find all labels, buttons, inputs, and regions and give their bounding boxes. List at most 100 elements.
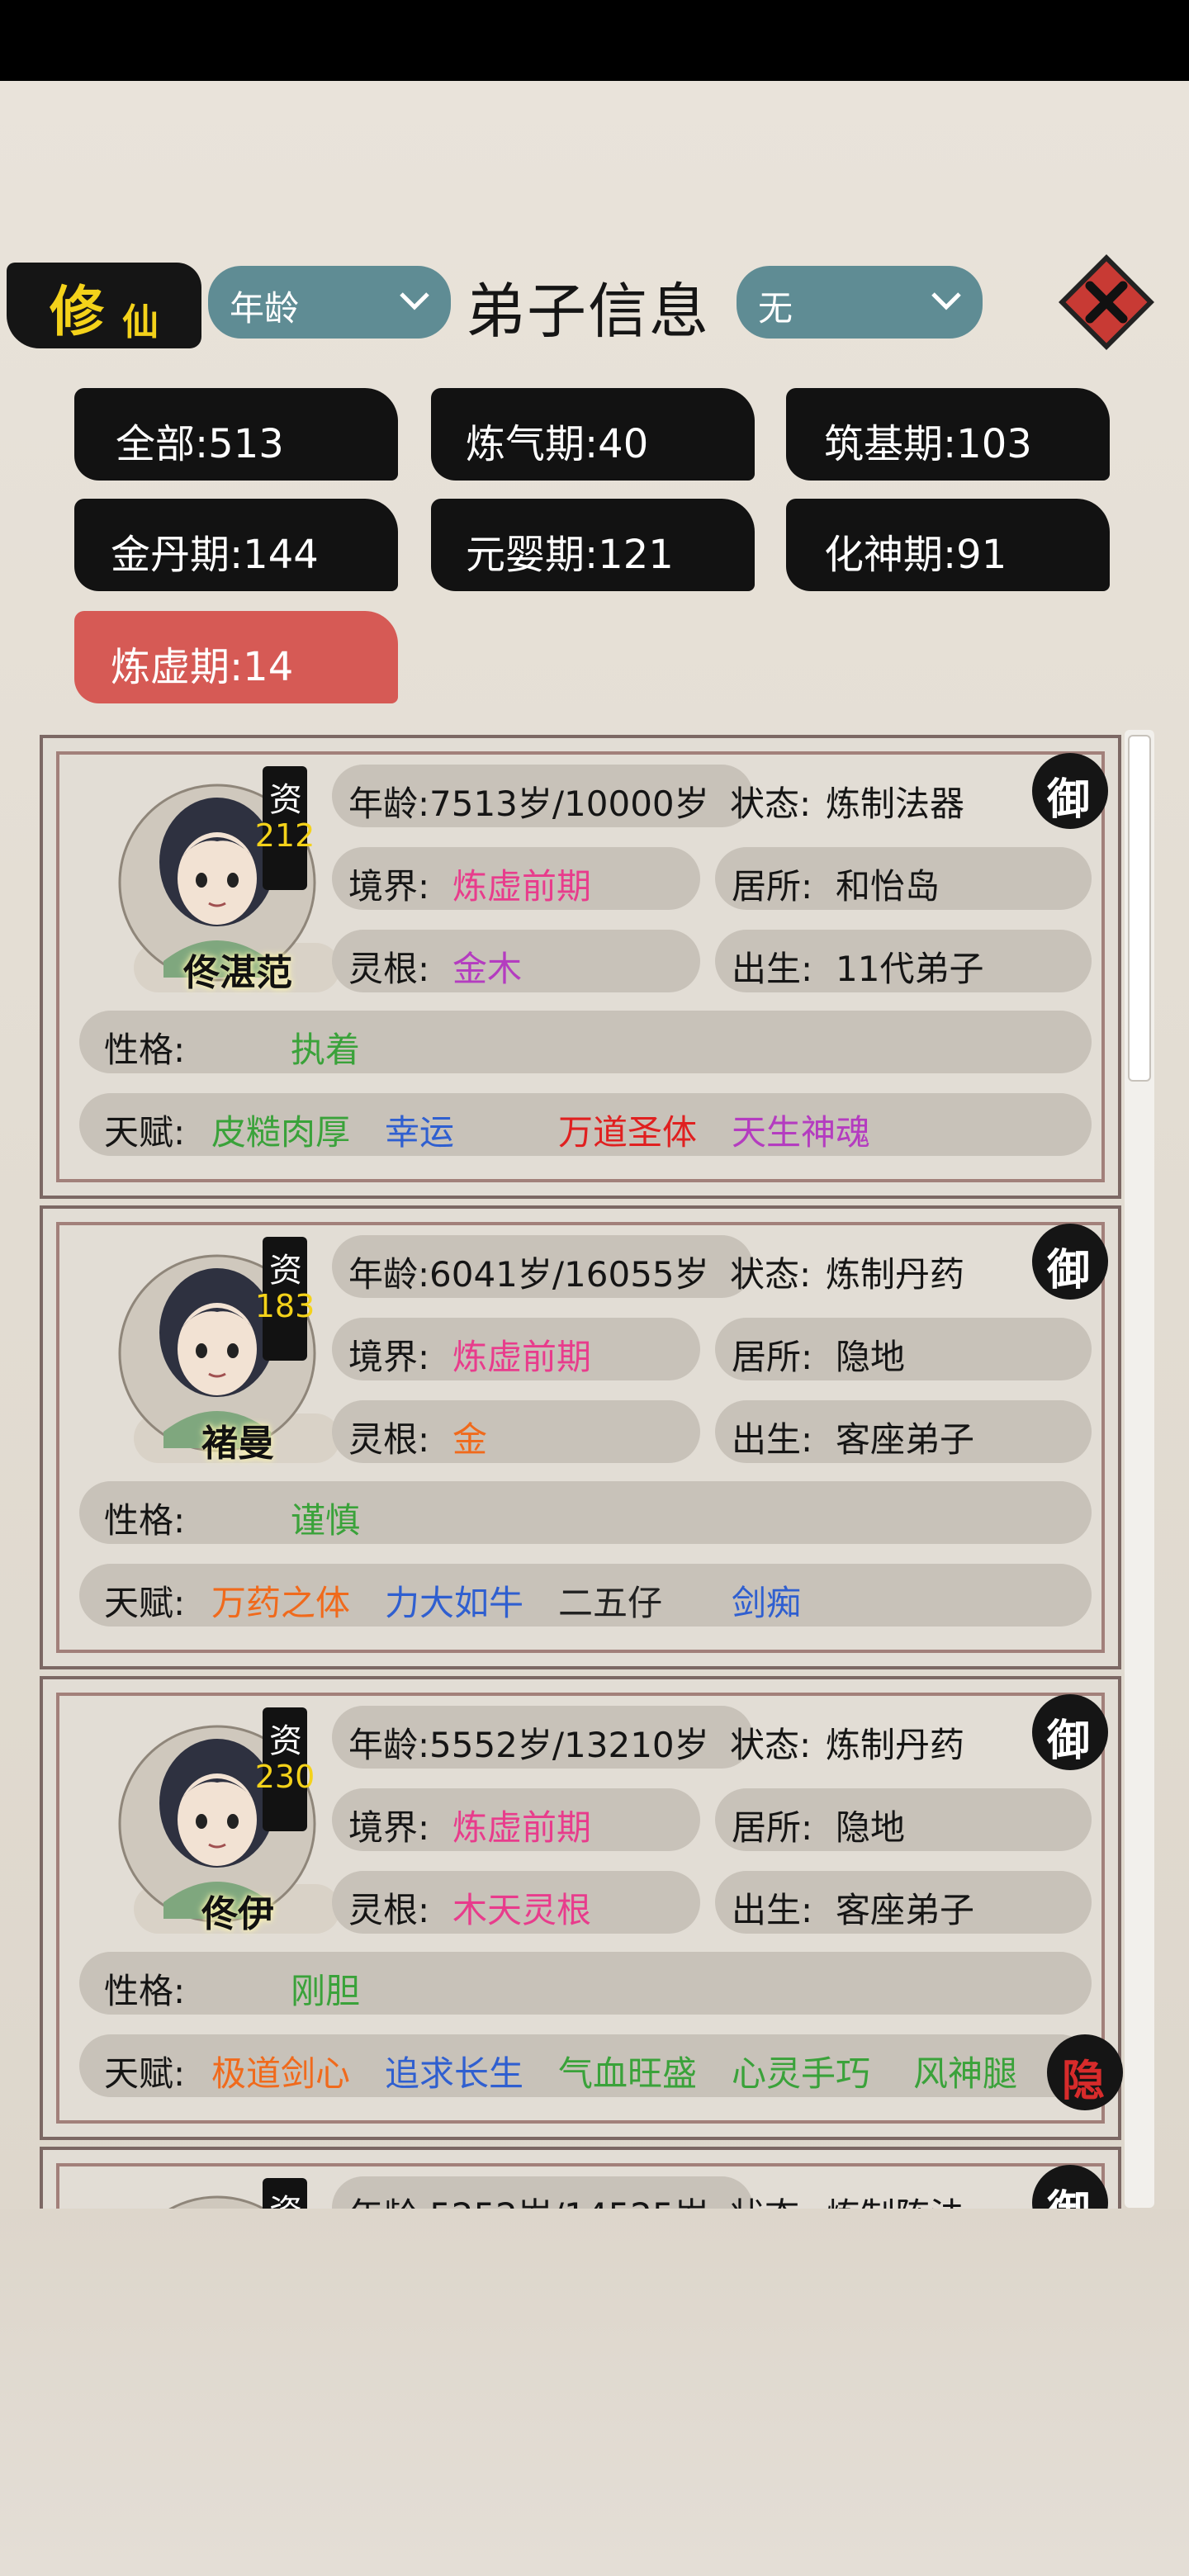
talent-item: 追求长生 (385, 2053, 524, 2094)
disciple-card[interactable]: 资 183 褚曼 年龄: 6041岁/16055岁 状态: 炼制丹药 境界: 炼虚前期 居所: 隐地… (40, 1205, 1121, 1669)
tab-lianxu[interactable]: 炼虚期:14 (74, 611, 398, 703)
seal-text: 御 (1047, 2176, 1090, 2209)
disciple-card[interactable]: 资 212 佟湛范 年龄: 7513岁/10000岁 状态: 炼制法器 境界: 炼虚前期 居所: 和… (40, 735, 1121, 1199)
aptitude-badge: 资 212 (255, 766, 315, 890)
seal-text: 御 (1047, 1717, 1091, 1766)
residence-value: 隐地 (836, 1807, 906, 1848)
talent-label: 天赋: (104, 2053, 186, 2094)
status-value: 炼制丹药 (826, 1725, 965, 1765)
birth-label: 出生: (732, 1890, 813, 1930)
status-label: 状态: (730, 2188, 811, 2209)
realm-value: 炼虚前期 (452, 1337, 592, 1377)
talent-item: 力大如牛 (385, 1583, 524, 1623)
tab-huashen[interactable]: 化神期:91 (786, 499, 1110, 591)
residence-field: 居所: 和怡岛 (715, 847, 1092, 910)
aptitude-label: 资 (269, 1252, 302, 1290)
realm-label: 境界: (348, 1337, 430, 1377)
residence-field: 居所: 隐地 (715, 1788, 1092, 1851)
seal-text: 御 (1047, 1246, 1091, 1295)
tab-all[interactable]: 全部:513 (74, 388, 398, 481)
status-field: 状态: 炼制阵法 (713, 2176, 1011, 2209)
root-label: 灵根: (348, 1890, 430, 1930)
root-field: 灵根: 金木 (332, 930, 700, 992)
seal-badge[interactable]: 御 (1032, 753, 1108, 829)
aptitude-value: 183 (254, 1288, 315, 1324)
tab-zhuji[interactable]: 筑基期:103 (786, 388, 1110, 481)
logo-char-small: 仙 (122, 301, 159, 343)
tab-lianqi[interactable]: 炼气期:40 (431, 388, 755, 481)
personality-field: 性格: 谨慎 (79, 1481, 1092, 1544)
sort-dropdown[interactable]: 年龄 (208, 266, 451, 339)
talent-item: 心灵手巧 (732, 2053, 871, 2094)
talent-field: 天赋: 皮糙肉厚 幸运 万道圣体 天生神魂 (79, 1093, 1092, 1156)
age-value: 7513岁/10000岁 (429, 784, 709, 824)
birth-field: 出生: 11代弟子 (715, 930, 1092, 992)
sort-dropdown-value: 年龄 (230, 288, 300, 329)
root-value: 金 (452, 1419, 488, 1460)
aptitude-label: 资 (269, 1722, 302, 1760)
tab-label: 全部:513 (116, 421, 284, 467)
age-label: 年龄: (348, 784, 430, 824)
talent-field: 天赋: 极道剑心 追求长生 气血旺盛 心灵手巧 风神腿 (79, 2034, 1092, 2097)
talent-item: 幸运 (385, 1112, 455, 1153)
filter-dropdown[interactable]: 无 (737, 266, 983, 339)
talent-item: 万药之体 (211, 1583, 351, 1623)
birth-label: 出生: (732, 949, 813, 989)
realm-field: 境界: 炼虚前期 (332, 847, 700, 910)
personality-field: 性格: 执着 (79, 1011, 1092, 1073)
close-icon[interactable] (1057, 253, 1156, 352)
birth-value: 客座弟子 (836, 1890, 975, 1930)
residence-label: 居所: (732, 1337, 813, 1377)
status-bar (0, 0, 1189, 81)
seal-badge[interactable]: 御 (1032, 1694, 1108, 1770)
personality-value: 执着 (291, 1030, 361, 1070)
residence-field: 居所: 隐地 (715, 1318, 1092, 1380)
aptitude-value: 230 (254, 1759, 315, 1795)
aptitude-badge: 资 (263, 2178, 307, 2209)
age-field: 年龄:5252岁/14525岁 (332, 2176, 753, 2209)
hidden-badge-text: 隐 (1062, 2057, 1106, 2106)
talent-item: 万道圣体 (558, 1112, 698, 1153)
tab-label: 炼虚期:14 (111, 644, 294, 690)
birth-field: 出生: 客座弟子 (715, 1400, 1092, 1463)
tab-jindan[interactable]: 金丹期:144 (74, 499, 398, 591)
age-field: 年龄: 6041岁/16055岁 (332, 1235, 753, 1298)
age-value: 5252岁/14525岁 (429, 2188, 709, 2209)
root-label: 灵根: (348, 949, 430, 989)
chevron-down-icon (931, 292, 961, 310)
status-field: 状态: 炼制丹药 (713, 1706, 1011, 1769)
birth-field: 出生: 客座弟子 (715, 1871, 1092, 1934)
tab-label: 元婴期:121 (466, 532, 674, 578)
personality-field: 性格: 刚胆 (79, 1952, 1092, 2015)
root-value: 金木 (452, 949, 523, 989)
seal-badge[interactable]: 御 (1032, 1224, 1108, 1300)
age-label: 年龄: (348, 1725, 430, 1765)
aptitude-value: 212 (254, 817, 315, 854)
root-value: 木天灵根 (452, 1890, 592, 1930)
age-label: 年龄: (348, 1254, 430, 1295)
age-field: 年龄: 5552岁/13210岁 (332, 1706, 753, 1769)
tab-label: 金丹期:144 (111, 532, 319, 578)
realm-label: 境界: (348, 1807, 430, 1848)
residence-label: 居所: (732, 1807, 813, 1848)
status-value: 炼制丹药 (826, 1254, 965, 1295)
residence-value: 和怡岛 (836, 866, 940, 907)
personality-label: 性格: (104, 1500, 186, 1541)
root-field: 灵根: 木天灵根 (332, 1871, 700, 1934)
talent-item: 剑痴 (732, 1583, 802, 1623)
aptitude-badge: 资 183 (255, 1237, 315, 1361)
tab-yuanying[interactable]: 元婴期:121 (431, 499, 755, 591)
talent-label: 天赋: (104, 1112, 186, 1153)
hidden-badge[interactable]: 隐 (1047, 2034, 1123, 2110)
age-value: 6041岁/16055岁 (429, 1254, 709, 1295)
status-field: 状态: 炼制丹药 (713, 1235, 1011, 1298)
status-label: 状态: (730, 1725, 812, 1765)
disciple-list: 资 212 佟湛范 年龄: 7513岁/10000岁 状态: 炼制法器 境界: 炼虚前期 居所: 和… (0, 727, 1189, 2209)
disciple-card[interactable]: 资 230 佟伊 年龄: 5552岁/13210岁 状态: 炼制丹药 境界: 炼虚前期 居所: 隐地… (40, 1676, 1123, 2140)
talent-item: 气血旺盛 (558, 2053, 698, 2094)
disciple-card[interactable]: 资年龄:5252岁/14525岁状态:炼制阵法境界:居所:灵根:出生:性格:天赋… (40, 2147, 1121, 2209)
status-field: 状态: 炼制法器 (713, 765, 1011, 827)
chevron-down-icon (400, 292, 429, 310)
aptitude-label: 资 (269, 781, 302, 819)
status-value: 炼制法器 (826, 784, 965, 824)
